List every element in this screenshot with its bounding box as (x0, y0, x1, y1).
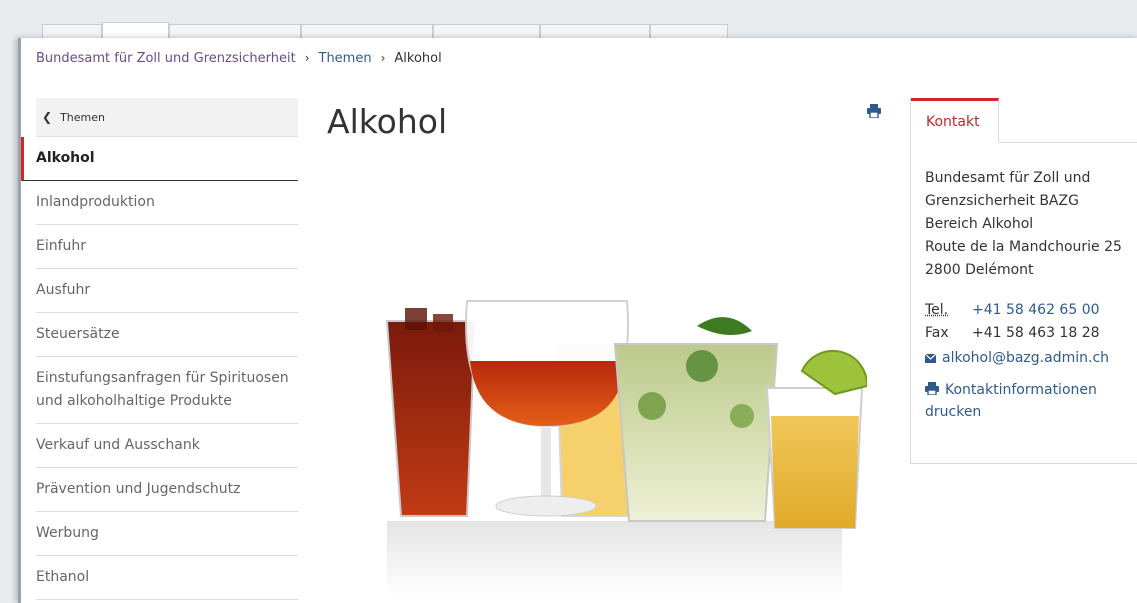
browser-tab[interactable] (169, 24, 301, 39)
address-line: Grenzsicherheit BAZG (925, 193, 1079, 209)
sidebar-back-link[interactable]: ❮ Themen (36, 98, 298, 137)
email-link[interactable]: alkohol@bazg.admin.ch (942, 347, 1109, 370)
sidebar-item-einfuhr[interactable]: Einfuhr (36, 225, 298, 269)
sidebar-item-einstufungsanfragen[interactable]: Einstufungsanfragen für Spirituosen und … (36, 357, 298, 424)
envelope-icon (925, 354, 936, 363)
address-line: Bereich Alkohol (925, 216, 1034, 232)
sidebar-item-label: Einstufungsanfragen für Spirituosen und … (36, 370, 289, 409)
fax-number: +41 58 463 18 28 (972, 325, 1100, 341)
hero-image-drinks (385, 300, 867, 596)
sidebar-item-label: Alkohol (36, 150, 95, 166)
contact-body: Bundesamt für Zoll und Grenzsicherheit B… (925, 167, 1137, 423)
sidebar-list: Alkohol Inlandproduktion Einfuhr Ausfuhr… (21, 137, 298, 600)
sidebar-item-label: Prävention und Jugendschutz (36, 481, 241, 497)
sidebar-item-label: Steuersätze (36, 326, 120, 342)
breadcrumb-separator: › (304, 51, 310, 65)
sidebar-back-label: Themen (60, 110, 105, 124)
sidebar-item-label: Ethanol (36, 569, 90, 585)
browser-tab[interactable] (650, 24, 728, 39)
contact-panel: Kontakt Bundesamt für Zoll und Grenzsich… (910, 98, 1137, 464)
phone-link[interactable]: +41 58 462 65 00 (972, 299, 1100, 322)
phone-label: Tel. (925, 302, 949, 318)
print-contact-label: Kontaktinformationen drucken (925, 382, 1097, 420)
breadcrumb-root-link[interactable]: Bundesamt für Zoll und Grenzsicherheit (36, 51, 296, 66)
address-line: 2800 Delémont (925, 262, 1034, 278)
browser-tab-strip (12, 14, 1132, 39)
address-line: Route de la Mandchourie 25 (925, 239, 1122, 255)
page-window: Bundesamt für Zoll und Grenzsicherheit › T… (18, 38, 1137, 603)
sidebar-item-label: Einfuhr (36, 238, 87, 254)
browser-tab[interactable] (42, 24, 102, 39)
sidebar-item-praevention-jugendschutz[interactable]: Prävention und Jugendschutz (36, 468, 298, 512)
contact-tab-divider (999, 142, 1137, 143)
browser-tab[interactable] (301, 24, 433, 39)
breadcrumb-themen-link[interactable]: Themen (319, 51, 372, 66)
print-contact-link[interactable]: Kontaktinformationen drucken (925, 379, 1137, 423)
breadcrumb-current: Alkohol (394, 51, 442, 66)
sidebar-item-steuersaetze[interactable]: Steuersätze (36, 313, 298, 357)
sidebar-item-ausfuhr[interactable]: Ausfuhr (36, 269, 298, 313)
fax-row: Fax +41 58 463 18 28 (925, 322, 1137, 345)
sidebar-item-label: Inlandproduktion (36, 194, 155, 210)
breadcrumb-separator: › (380, 51, 386, 65)
sidebar-item-label: Werbung (36, 525, 99, 541)
print-icon (925, 382, 939, 396)
sidebar-item-label: Ausfuhr (36, 282, 91, 298)
page-title: Alkohol (327, 102, 448, 141)
print-icon[interactable] (867, 104, 881, 118)
address-line: Bundesamt für Zoll und (925, 170, 1091, 186)
chevron-left-icon: ❮ (42, 110, 53, 124)
sidebar-item-werbung[interactable]: Werbung (36, 512, 298, 556)
sidebar-item-ethanol[interactable]: Ethanol (36, 556, 298, 600)
fax-label: Fax (925, 325, 949, 341)
phone-row: Tel. +41 58 462 65 00 (925, 299, 1137, 322)
email-row[interactable]: alkohol@bazg.admin.ch (925, 347, 1137, 370)
sidebar-item-verkauf-ausschank[interactable]: Verkauf und Ausschank (36, 424, 298, 468)
breadcrumb: Bundesamt für Zoll und Grenzsicherheit › T… (36, 51, 442, 66)
sidebar-item-label: Verkauf und Ausschank (36, 437, 200, 453)
sidebar-item-alkohol[interactable]: Alkohol (21, 137, 298, 181)
browser-tab-active[interactable] (102, 22, 169, 39)
tab-kontakt[interactable]: Kontakt (911, 98, 999, 142)
sidebar-nav: ❮ Themen Alkohol Inlandproduktion Einfuh… (21, 98, 298, 600)
browser-tab[interactable] (540, 24, 650, 39)
sidebar-item-inlandproduktion[interactable]: Inlandproduktion (36, 181, 298, 225)
browser-tab[interactable] (433, 24, 540, 39)
tab-kontakt-label: Kontakt (926, 113, 980, 130)
